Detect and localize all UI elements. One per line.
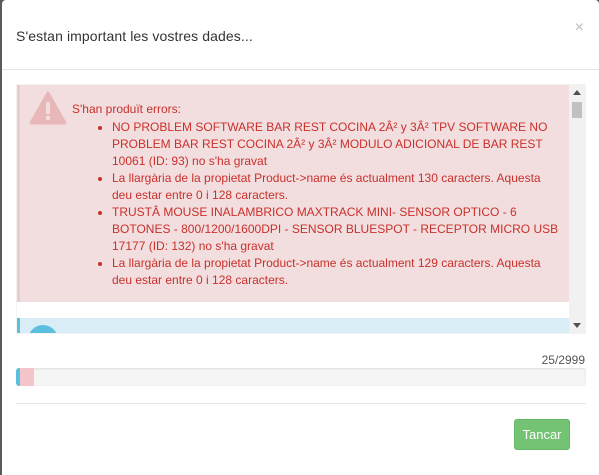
close-icon[interactable]: × (575, 20, 584, 36)
info-alert (17, 318, 569, 333)
progress-count: 25/2999 (541, 353, 585, 367)
warning-triangle-icon (29, 91, 67, 125)
error-list: NO PROBLEM SOFTWARE BAR REST COCINA 2Â² … (112, 119, 562, 289)
error-alert: S'han produït errors: NO PROBLEM SOFTWAR… (17, 85, 569, 302)
error-item: La llargària de la propietat Product->na… (112, 255, 562, 289)
error-item: La llargària de la propietat Product->na… (112, 170, 562, 204)
progress-bar (16, 368, 586, 386)
footer-divider (16, 403, 586, 404)
close-button[interactable]: Tancar (514, 419, 570, 450)
scrollbar[interactable] (569, 85, 585, 333)
modal-header: S'estan important les vostres dades... × (2, 0, 599, 70)
scroll-up-arrow-icon[interactable] (573, 90, 581, 95)
error-item: TRUSTÂ MOUSE INALAMBRICO MAXTRACK MINI- … (112, 204, 562, 255)
error-item: NO PROBLEM SOFTWARE BAR REST COCINA 2Â² … (112, 119, 562, 170)
modal-title: S'estan important les vostres dades... (16, 28, 253, 44)
progress-bar-error-segment (20, 368, 34, 386)
scrollbar-thumb[interactable] (572, 102, 582, 118)
import-modal: S'estan important les vostres dades... ×… (2, 0, 599, 475)
error-heading: S'han produït errors: (72, 102, 182, 116)
info-circle-icon (28, 325, 58, 333)
scroll-down-arrow-icon[interactable] (573, 323, 581, 328)
messages-scroll-area[interactable]: S'han produït errors: NO PROBLEM SOFTWAR… (16, 84, 586, 334)
